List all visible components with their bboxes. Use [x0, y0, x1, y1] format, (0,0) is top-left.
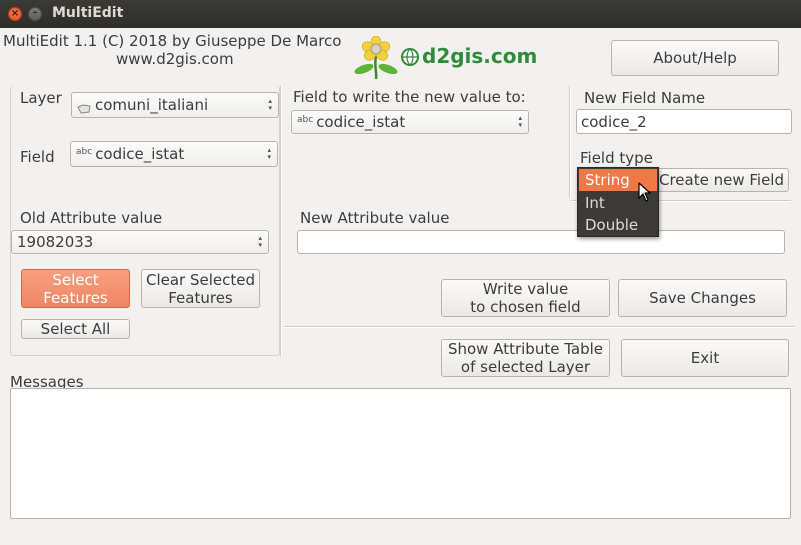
write-value-line1: Write value	[482, 280, 569, 298]
combo-arrows-icon: ▴ ▾	[258, 234, 262, 249]
field-combo[interactable]: abc codice_istat ▴ ▾	[70, 141, 278, 167]
about-help-button[interactable]: About/Help	[611, 40, 779, 76]
field-to-write-combo[interactable]: abc codice_istat ▴ ▾	[291, 110, 529, 134]
layer-combo-value: comuni_italiani	[95, 96, 209, 114]
close-icon[interactable]: ×	[8, 7, 22, 21]
messages-textarea[interactable]	[10, 388, 791, 519]
select-features-button[interactable]: Select Features	[21, 269, 130, 308]
show-attribute-table-button[interactable]: Show Attribute Table of selected Layer	[441, 339, 610, 377]
select-features-line2: Features	[43, 288, 108, 307]
select-all-button[interactable]: Select All	[21, 319, 130, 339]
clear-selected-line1: Clear Selected	[145, 270, 256, 289]
text-field-icon: abc	[297, 115, 314, 125]
credit-text: MultiEdit 1.1 (C) 2018 by Giuseppe De Ma…	[3, 32, 342, 50]
mouse-cursor-icon	[638, 182, 652, 202]
field-combo-value: codice_istat	[95, 145, 185, 163]
select-features-line1: Select	[52, 270, 99, 289]
minimize-icon[interactable]: –	[28, 7, 42, 21]
middle-separator	[284, 326, 794, 327]
new-value-input[interactable]	[297, 230, 785, 254]
field-label: Field	[20, 148, 55, 166]
polygon-layer-icon	[77, 100, 91, 114]
combo-arrows-icon: ▴ ▾	[267, 146, 271, 161]
clear-selected-button[interactable]: Clear Selected Features	[141, 269, 260, 308]
right-divider	[569, 86, 570, 198]
new-field-name-input[interactable]: codice_2	[576, 109, 792, 134]
window-title: MultiEdit	[52, 5, 124, 21]
logo-text: d2gis.com	[422, 44, 538, 68]
create-new-field-button[interactable]: Create new Field	[654, 168, 789, 192]
field-type-label: Field type	[580, 149, 653, 167]
write-value-line2: to chosen field	[470, 298, 581, 316]
globe-icon	[401, 48, 419, 66]
field-type-option-double[interactable]: Double	[579, 214, 657, 236]
left-divider	[280, 86, 281, 356]
old-value-combo[interactable]: 19082033 ▴ ▾	[11, 230, 269, 254]
flower-logo-icon	[350, 35, 402, 80]
new-field-name-label: New Field Name	[584, 89, 706, 107]
text-field-icon: abc	[76, 147, 93, 157]
old-value-text: 19082033	[17, 233, 94, 251]
old-value-label: Old Attribute value	[20, 209, 163, 227]
save-changes-button[interactable]: Save Changes	[618, 279, 787, 317]
combo-arrows-icon: ▴ ▾	[268, 97, 272, 112]
exit-button[interactable]: Exit	[621, 339, 789, 377]
clear-selected-line2: Features	[168, 288, 233, 307]
write-value-button[interactable]: Write value to chosen field	[441, 279, 610, 317]
show-table-line2: of selected Layer	[460, 358, 591, 376]
layer-label: Layer	[20, 89, 62, 107]
website-text: www.d2gis.com	[116, 50, 234, 68]
field-to-write-label: Field to write the new value to:	[293, 88, 526, 106]
layer-combo[interactable]: comuni_italiani ▴ ▾	[71, 92, 279, 118]
field-to-write-value: codice_istat	[316, 113, 406, 131]
show-table-line1: Show Attribute Table	[447, 340, 604, 358]
combo-arrows-icon: ▴ ▾	[518, 114, 522, 129]
new-value-label: New Attribute value	[300, 209, 450, 227]
